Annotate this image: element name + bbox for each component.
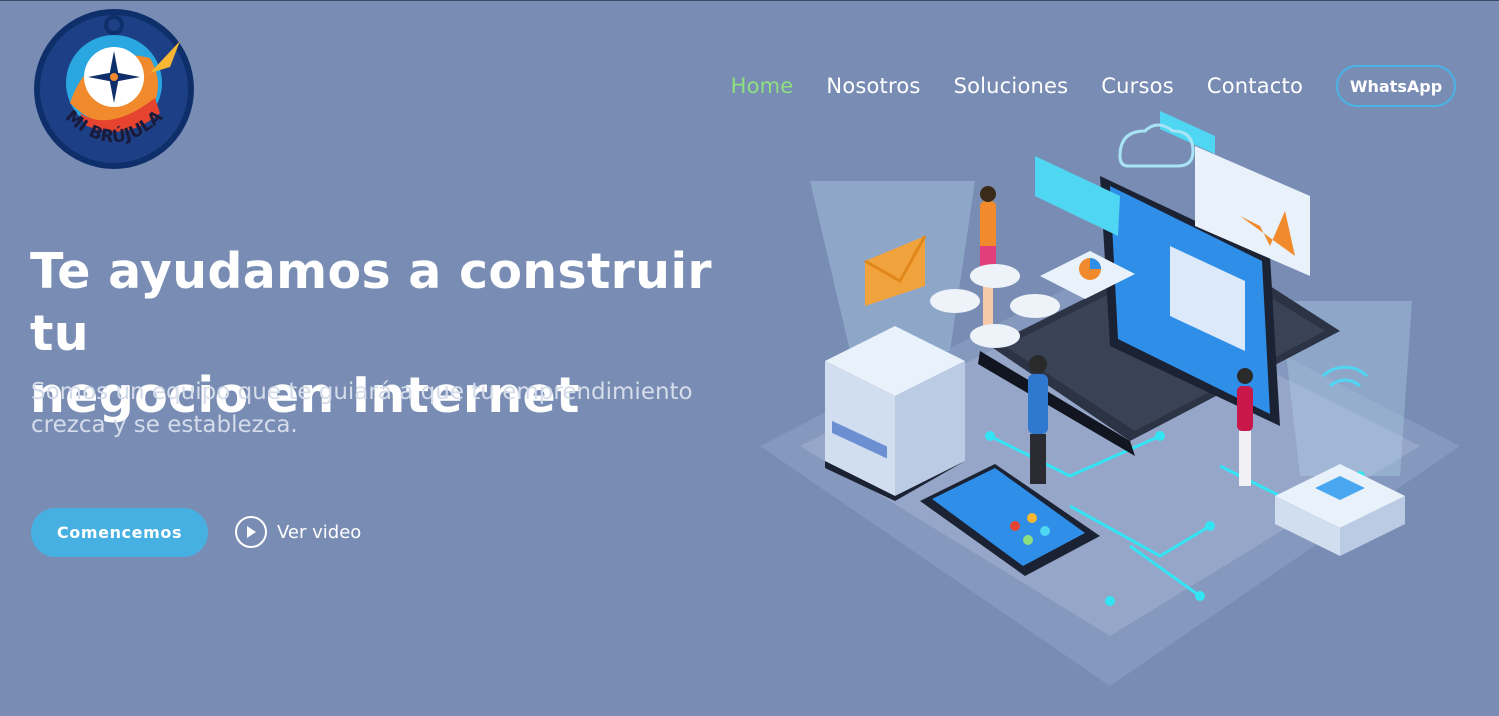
nav-nosotros[interactable]: Nosotros <box>826 74 920 98</box>
ver-video-link[interactable]: Ver video <box>235 514 361 550</box>
nav-home[interactable]: Home <box>731 74 794 98</box>
brand-logo[interactable]: MI BRÚJULA <box>30 3 198 171</box>
hero-title-line1: Te ayudamos a construir tu <box>30 243 712 362</box>
play-circle-icon <box>235 516 267 548</box>
hero-illustration <box>740 96 1480 696</box>
nav-cursos[interactable]: Cursos <box>1101 74 1174 98</box>
hero-subtitle-line2: crezca y se establezca. <box>31 412 298 438</box>
nav-soluciones[interactable]: Soluciones <box>954 74 1069 98</box>
ver-video-label: Ver video <box>277 521 362 543</box>
nav-contacto[interactable]: Contacto <box>1207 74 1303 98</box>
hero-subtitle-line1: Somos un equipo que te guiará a que tu e… <box>31 379 693 405</box>
hero-subtitle: Somos un equipo que te guiará a que tu e… <box>31 376 721 442</box>
comencemos-button[interactable]: Comencemos <box>31 508 208 557</box>
